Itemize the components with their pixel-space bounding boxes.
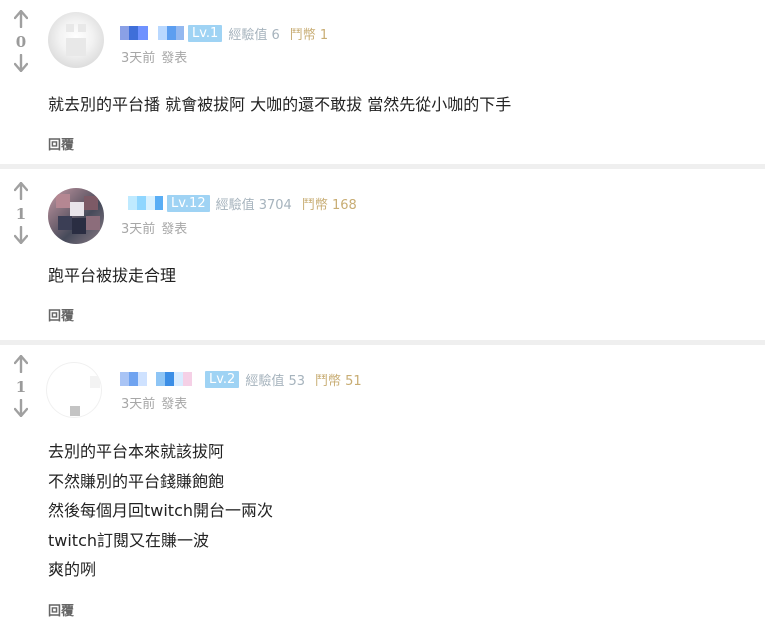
vote-count: 1 (15, 205, 27, 223)
level-badge: Lv.2 (205, 370, 240, 388)
post-time: 3天前 發表 (121, 393, 187, 412)
vote-column: 1 (10, 182, 32, 244)
post-action: 發表 (161, 51, 188, 66)
coin-value: 鬥幣 168 (301, 197, 357, 213)
avatar[interactable] (46, 362, 102, 418)
arrow-down-icon[interactable] (14, 226, 28, 244)
comment-body: 就去別的平台播 就會被拔阿 大咖的還不敢拔 當然先從小咖的下手 (48, 90, 511, 120)
post-time: 3天前 發表 (121, 47, 187, 66)
user-meta: Lv.1 經驗值 6 鬥幣 1 (120, 22, 328, 44)
comment-line: twitch訂閱又在賺一波 (48, 530, 210, 550)
comment-line: 爽的咧 (48, 560, 97, 579)
post-action: 發表 (161, 397, 188, 412)
vote-column: 1 (10, 355, 32, 417)
arrow-up-icon[interactable] (14, 355, 28, 373)
arrow-up-icon[interactable] (14, 182, 28, 200)
time-ago: 3天前 (121, 51, 156, 66)
comment-body: 去別的平台本來就該拔阿 不然賺別的平台錢賺飽飽然後每個月回twitch開台一兩次 t… (48, 437, 273, 585)
comment-line: 就去別的平台播 就會被拔阿 大咖的還不敢拔 當然先從小咖的下手 (48, 95, 512, 114)
comment-line: 去別的平台本來就該拔阿 (48, 442, 225, 461)
post-time: 3天前 發表 (121, 218, 187, 237)
level-badge: Lv.12 (167, 194, 210, 212)
reply-button[interactable]: 回覆 (48, 305, 74, 324)
user-meta: Lv.2 經驗值 53 鬥幣 51 (120, 368, 362, 390)
vote-count: 0 (15, 33, 27, 51)
vote-count: 1 (15, 378, 27, 396)
arrow-down-icon[interactable] (14, 399, 28, 417)
comment-item: 1 Lv.12 經驗值 3704 鬥幣 168 3天前 發表 跑平台被拔走合理 回… (0, 169, 765, 340)
username[interactable] (120, 26, 184, 40)
comment-line: 不然賺別的平台錢賺飽飽 (48, 471, 225, 491)
comment-body: 跑平台被拔走合理 (48, 261, 176, 291)
username[interactable] (120, 372, 201, 386)
comment-line: 然後每個月回twitch開台一兩次 (48, 501, 274, 520)
vote-column: 0 (10, 10, 32, 72)
exp-value: 經驗值 3704 (215, 197, 292, 213)
time-ago: 3天前 (121, 222, 156, 237)
username[interactable] (120, 196, 163, 210)
time-ago: 3天前 (121, 397, 156, 412)
reply-button[interactable]: 回覆 (48, 600, 74, 619)
level-badge: Lv.1 (188, 24, 223, 42)
user-meta: Lv.12 經驗值 3704 鬥幣 168 (120, 192, 357, 214)
reply-button[interactable]: 回覆 (48, 134, 74, 153)
exp-value: 經驗值 6 (228, 27, 280, 43)
arrow-up-icon[interactable] (14, 10, 28, 28)
comment-line: 跑平台被拔走合理 (48, 266, 177, 285)
comment-item: 0 Lv.1 經驗值 6 鬥幣 1 3天前 發表 就去別的平台播 就會被拔阿 大咖… (0, 0, 765, 164)
exp-value: 經驗值 53 (245, 373, 306, 389)
comment-item: 1 Lv.2 經驗值 53 鬥幣 51 3天前 發表 去別的平台本來就該拔阿 不然賺… (0, 345, 765, 628)
avatar[interactable] (48, 12, 104, 68)
coin-value: 鬥幣 1 (289, 27, 329, 43)
avatar[interactable] (48, 188, 104, 244)
post-action: 發表 (161, 222, 188, 237)
coin-value: 鬥幣 51 (315, 373, 362, 389)
arrow-down-icon[interactable] (14, 54, 28, 72)
